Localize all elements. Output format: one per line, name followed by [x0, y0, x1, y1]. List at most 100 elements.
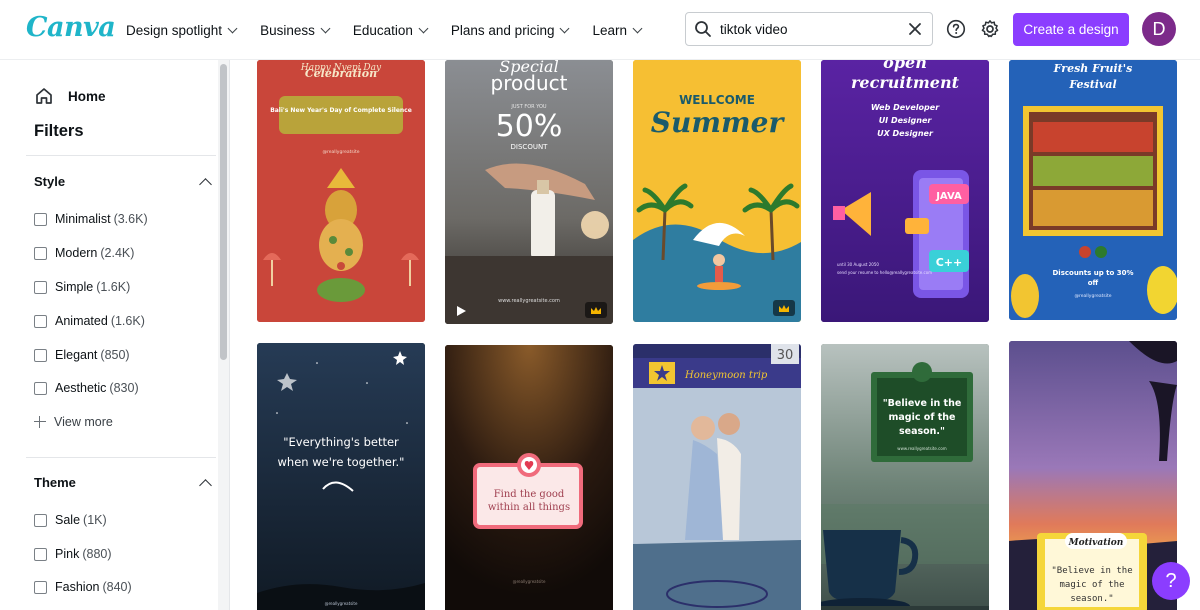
filter-option[interactable]: Animated (1.6K): [34, 314, 145, 328]
play-icon: [457, 306, 466, 316]
filter-label: Fashion: [55, 580, 100, 594]
card-text: C++: [936, 256, 963, 269]
filter-option[interactable]: Pink (880): [34, 547, 112, 561]
view-more-label: View more: [54, 415, 113, 429]
card-text: when we're together.": [278, 455, 405, 469]
filter-label: Animated: [55, 314, 108, 328]
template-thumbnail: Honeymoon trip 30: [633, 344, 801, 610]
checkbox[interactable]: [34, 513, 47, 527]
template-card-fruit-festival[interactable]: Fresh Fruit's Festival Discounts up to 3…: [1009, 60, 1177, 320]
filter-count: (880): [82, 547, 112, 561]
checkbox[interactable]: [34, 381, 47, 395]
canva-logo[interactable]: Canva: [26, 12, 116, 43]
nav-plans-and-pricing[interactable]: Plans and pricing: [439, 12, 581, 48]
card-text: "Believe in the: [883, 398, 962, 409]
filter-option[interactable]: Aesthetic (830): [34, 381, 139, 395]
checkbox[interactable]: [34, 580, 47, 594]
template-card-summer[interactable]: WELLCOME Summer: [633, 60, 801, 322]
card-text: off: [1088, 279, 1099, 287]
filter-label: Minimalist: [55, 212, 111, 226]
avatar[interactable]: D: [1142, 12, 1176, 46]
filters-title: Filters: [34, 122, 84, 140]
template-card-honeymoon[interactable]: Honeymoon trip 30: [633, 344, 801, 610]
gear-icon[interactable]: [977, 16, 1003, 42]
help-chat-button[interactable]: ?: [1152, 562, 1190, 600]
template-card-motivation[interactable]: Motivation "Believe in the magic of the …: [1009, 341, 1177, 610]
card-text: UI Designer: [879, 116, 933, 125]
card-text: www.reallygreatsite.com: [498, 298, 560, 304]
chevron-up-icon: [199, 177, 212, 191]
card-text: season.": [1070, 594, 1113, 604]
card-text: recruitment: [851, 73, 960, 92]
chevron-down-icon: [320, 23, 331, 33]
nav-design-spotlight[interactable]: Design spotlight: [114, 12, 248, 48]
card-text: @reallygreatsite: [1075, 293, 1112, 299]
filter-count: (850): [100, 348, 130, 362]
filter-option[interactable]: Modern (2.4K): [34, 246, 134, 260]
top-header: Canva Design spotlight Business Educatio…: [0, 0, 1200, 60]
card-text: open: [883, 60, 927, 72]
template-thumbnail: Fresh Fruit's Festival Discounts up to 3…: [1009, 60, 1177, 320]
filter-label: Modern: [55, 246, 98, 260]
help-icon[interactable]: [943, 16, 969, 42]
filter-count: (2.4K): [100, 246, 135, 260]
main-nav: Design spotlight Business Education Plan…: [114, 0, 653, 60]
style-section-toggle[interactable]: Style: [34, 174, 212, 191]
filter-label: Elegant: [55, 348, 98, 362]
filter-label: Pink: [55, 547, 80, 561]
nav-learn[interactable]: Learn: [580, 12, 653, 48]
filter-option[interactable]: Minimalist (3.6K): [34, 212, 148, 226]
template-thumbnail: Special product JUST FOR YOU 50% DISCOUN…: [445, 60, 613, 324]
template-thumbnail: "Everything's better when we're together…: [257, 343, 425, 610]
sidebar-scrollbar-thumb[interactable]: [220, 64, 227, 360]
checkbox[interactable]: [34, 314, 47, 328]
filter-option[interactable]: Fashion (840): [34, 580, 132, 594]
template-card-nyepi[interactable]: Happy Nyepi Day Celebration Bali's New Y…: [257, 60, 425, 322]
search-icon[interactable]: [686, 13, 720, 45]
template-card-quote-night[interactable]: "Everything's better when we're together…: [257, 343, 425, 610]
card-text: until 30 August 2050: [837, 262, 879, 267]
checkbox[interactable]: [34, 246, 47, 260]
template-thumbnail: open recruitment Web Developer UI Design…: [821, 60, 989, 322]
card-text: www.reallygreatsite.com: [897, 446, 946, 451]
card-text: magic of the: [888, 412, 955, 423]
nav-education[interactable]: Education: [341, 12, 439, 48]
filters-sidebar: Home Filters Style Minimalist (3.6K) Mode…: [0, 60, 230, 610]
view-more-button[interactable]: View more: [34, 415, 113, 429]
divider: [26, 155, 216, 156]
card-text: JAVA: [935, 191, 962, 202]
card-text: Fresh Fruit's: [1053, 62, 1133, 75]
checkbox[interactable]: [34, 280, 47, 294]
home-icon: [34, 86, 54, 106]
filter-option[interactable]: Sale (1K): [34, 513, 107, 527]
template-grid: Happy Nyepi Day Celebration Bali's New Y…: [230, 60, 1200, 610]
create-design-button[interactable]: Create a design: [1013, 13, 1129, 46]
filter-option[interactable]: Simple (1.6K): [34, 280, 130, 294]
checkbox[interactable]: [34, 348, 47, 362]
filter-label: Aesthetic: [55, 381, 107, 395]
search-input[interactable]: [720, 14, 898, 44]
card-text: WELLCOME: [679, 93, 755, 107]
template-thumbnail: Happy Nyepi Day Celebration Bali's New Y…: [257, 60, 425, 322]
template-card-recruitment[interactable]: open recruitment Web Developer UI Design…: [821, 60, 989, 322]
nav-label: Plans and pricing: [450, 22, 555, 38]
crown-icon: [585, 302, 607, 318]
template-thumbnail: WELLCOME Summer: [633, 60, 801, 322]
nav-business[interactable]: Business: [248, 12, 341, 48]
filter-option[interactable]: Elegant (850): [34, 348, 130, 362]
sidebar-item-home[interactable]: Home: [34, 86, 106, 106]
divider: [26, 457, 216, 458]
card-text: within all things: [488, 502, 570, 513]
template-card-special-product[interactable]: Special product JUST FOR YOU 50% DISCOUN…: [445, 60, 613, 324]
card-text: season.": [899, 426, 945, 437]
template-card-believe-cup[interactable]: "Believe in the magic of the season." ww…: [821, 344, 989, 610]
theme-section-toggle[interactable]: Theme: [34, 475, 212, 492]
template-card-find-the-good[interactable]: Find the good within all things @reallyg…: [445, 345, 613, 610]
checkbox[interactable]: [34, 547, 47, 561]
theme-section-title: Theme: [34, 475, 76, 490]
template-thumbnail: Motivation "Believe in the magic of the …: [1009, 341, 1177, 610]
checkbox[interactable]: [34, 212, 47, 226]
close-icon[interactable]: [898, 13, 932, 45]
card-text: magic of the: [1059, 580, 1124, 590]
filter-count: (1.6K): [96, 280, 131, 294]
